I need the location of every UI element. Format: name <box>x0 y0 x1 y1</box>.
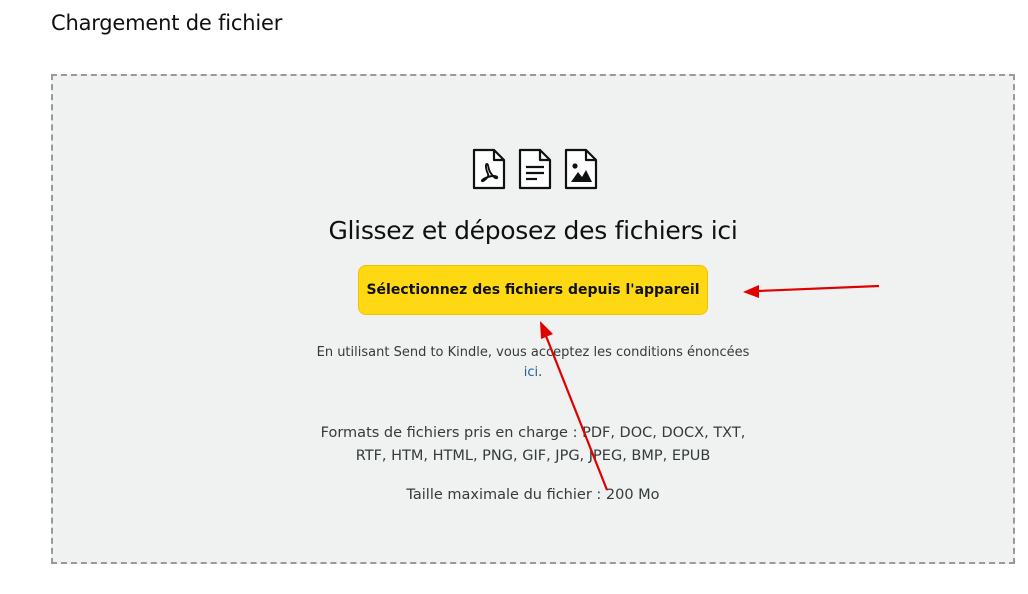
document-file-icon <box>518 148 552 190</box>
max-file-size: Taille maximale du fichier : 200 Mo <box>406 487 660 503</box>
dropzone-heading: Glissez et déposez des fichiers ici <box>328 216 738 245</box>
file-type-icons <box>471 148 601 192</box>
page-title: Chargement de fichier <box>51 11 283 35</box>
terms-end: . <box>538 365 543 380</box>
file-dropzone[interactable]: Glissez et déposez des fichiers ici Séle… <box>51 74 1015 564</box>
pdf-file-icon <box>472 148 506 190</box>
select-files-button[interactable]: Sélectionnez des fichiers depuis l'appar… <box>358 265 708 315</box>
terms-notice: En utilisant Send to Kindle, vous accept… <box>303 343 763 383</box>
image-file-icon <box>564 148 598 190</box>
terms-link[interactable]: ici <box>524 365 538 380</box>
supported-formats: Formats de fichiers pris en charge : PDF… <box>320 425 746 464</box>
terms-text: En utilisant Send to Kindle, vous accept… <box>316 345 750 360</box>
